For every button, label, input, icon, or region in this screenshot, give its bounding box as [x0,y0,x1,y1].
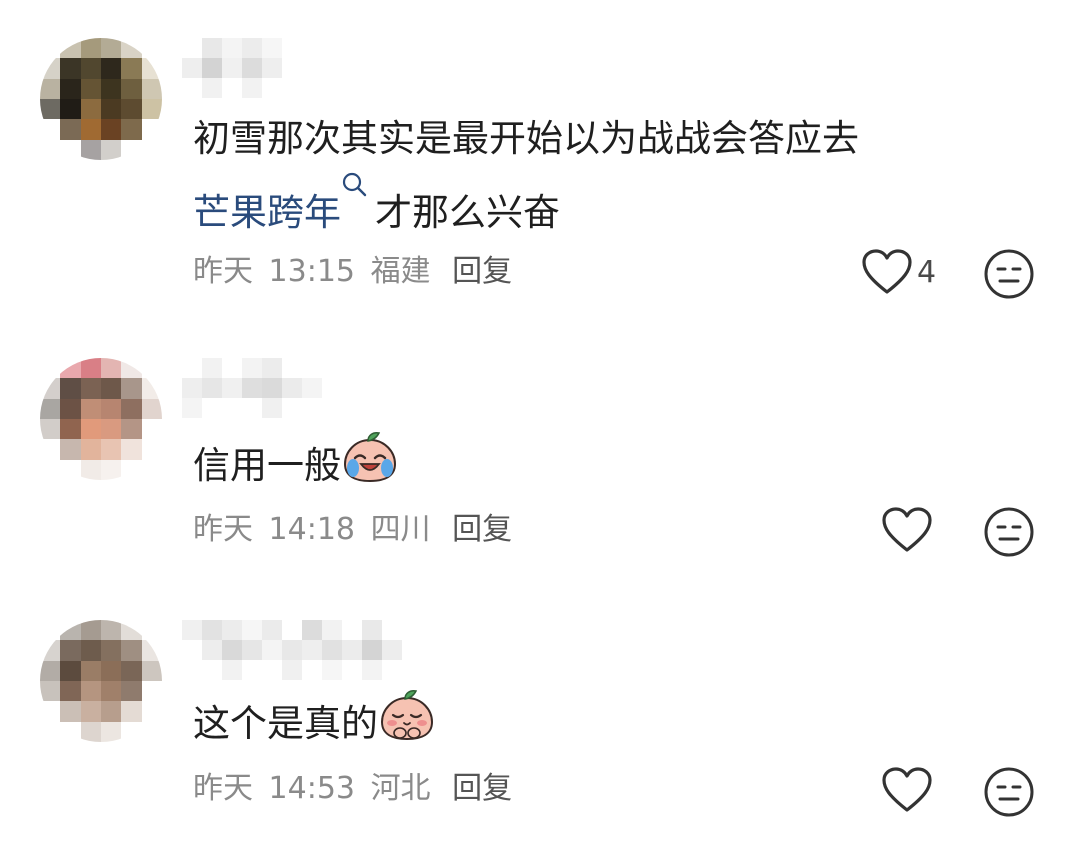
heart-icon[interactable] [861,248,913,296]
crying-laughing-peach-emoji [343,432,397,483]
search-icon[interactable] [341,171,369,201]
like-button[interactable] [881,766,937,814]
like-button[interactable] [881,506,937,554]
avatar[interactable] [40,620,162,742]
comment-time: 14:53 [268,771,356,806]
comment-text-tail: 才那么兴奋 [375,191,560,234]
comment-meta: 昨天 14:18 四川 回复 [193,510,518,550]
avatar[interactable] [40,358,162,480]
comment-date: 昨天 [193,512,253,547]
comment-location: 四川 [370,512,431,547]
comment-text: 这个是真的 [193,688,436,756]
meh-face-icon[interactable] [983,766,1035,818]
reply-button[interactable]: 回复 [452,771,512,806]
topic-link[interactable]: 芒果跨年 [193,191,341,234]
meh-face-icon[interactable] [983,248,1035,300]
username-blurred[interactable] [182,358,322,420]
like-button[interactable]: 4 [861,248,936,296]
comment-time: 14:18 [268,512,356,547]
avatar[interactable] [40,38,162,160]
meh-face-icon[interactable] [983,506,1035,558]
comment-location: 福建 [370,254,431,289]
comment-text: 信用一般 [193,430,399,498]
comment-text-line: 信用一般 [193,444,341,487]
comment-meta: 昨天 13:15 福建 回复 [193,252,518,292]
blushing-peach-emoji [380,690,434,741]
comment-text: 初雪那次其实是最开始以为战战会答应去 芒果跨年 才那么兴奋 [193,107,859,245]
comment-time: 13:15 [268,254,356,289]
heart-icon[interactable] [881,766,933,814]
heart-icon[interactable] [881,506,933,554]
like-count: 4 [917,254,937,290]
comment-text-line: 这个是真的 [193,702,378,745]
reply-button[interactable]: 回复 [452,512,512,547]
comment-location: 河北 [370,771,431,806]
username-blurred[interactable] [182,38,282,100]
comment-text-line: 初雪那次其实是最开始以为战战会答应去 [193,117,859,160]
username-blurred[interactable] [182,620,402,682]
reply-button[interactable]: 回复 [452,254,512,289]
comment-date: 昨天 [193,771,253,806]
comment-meta: 昨天 14:53 河北 回复 [193,769,518,809]
comment-date: 昨天 [193,254,253,289]
